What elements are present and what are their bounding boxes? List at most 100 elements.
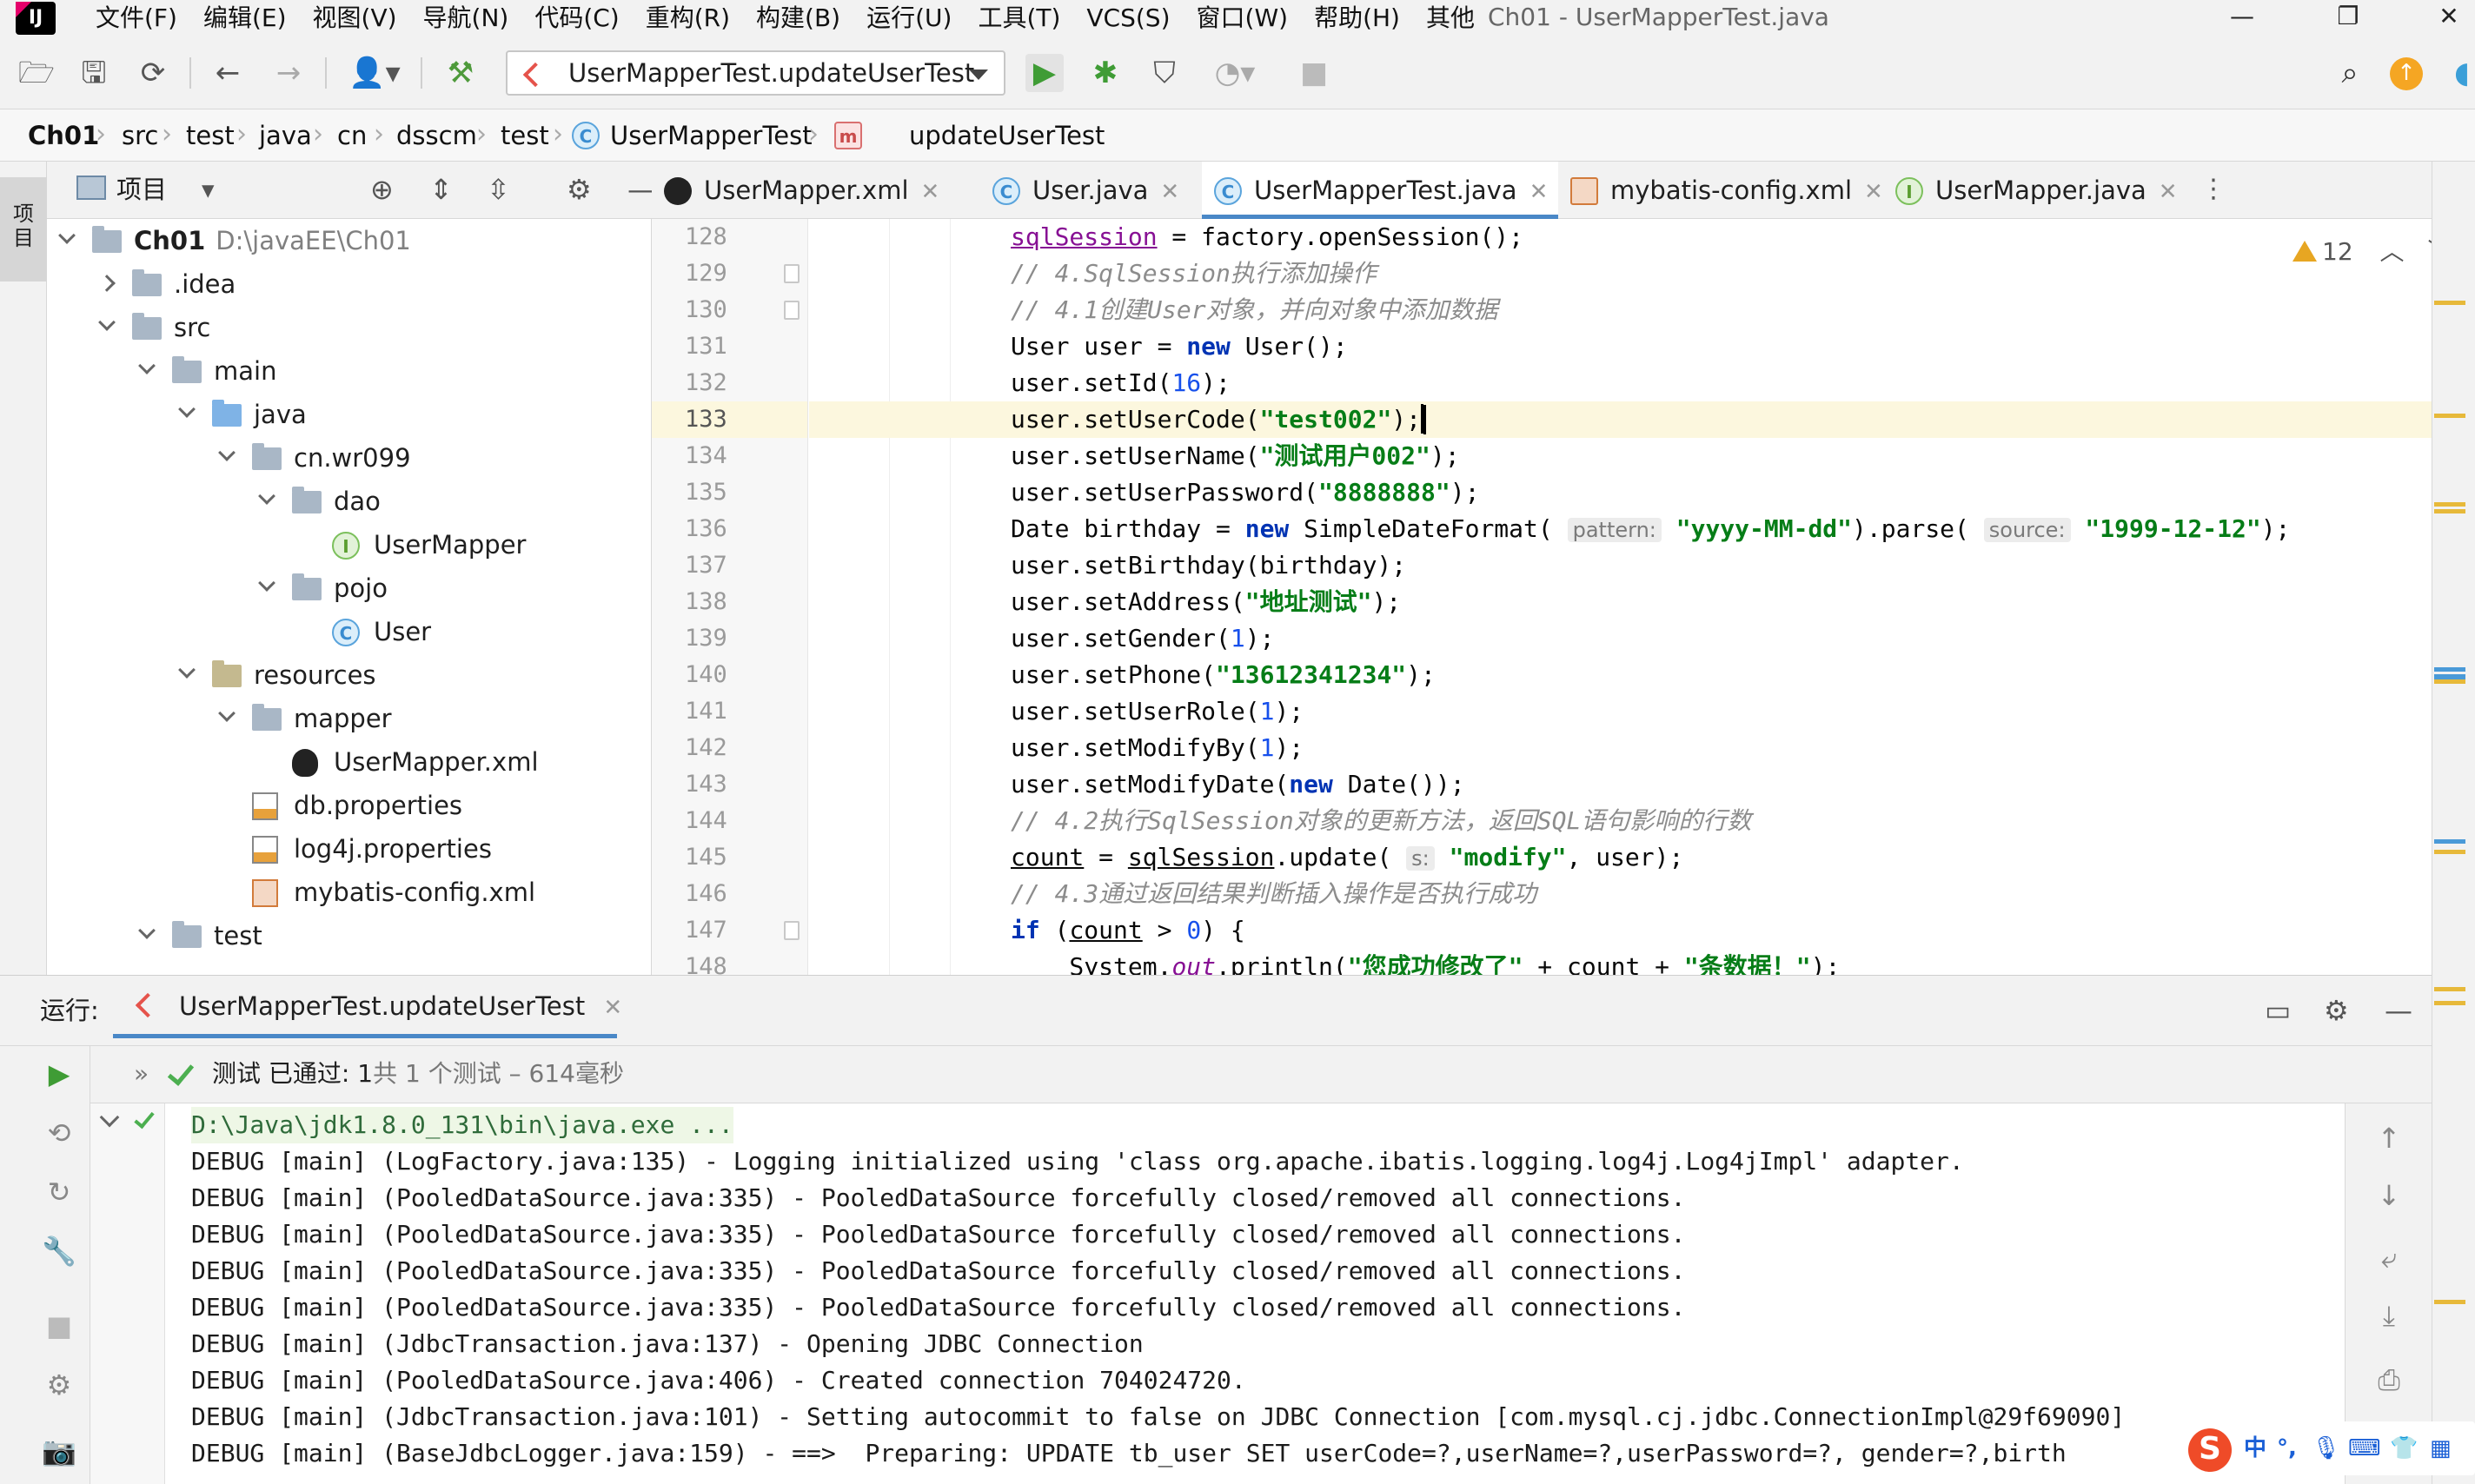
breadcrumb-item[interactable]: java (259, 118, 312, 153)
chevron-up-icon[interactable]: ︿ (2380, 237, 2405, 266)
chevron-down-icon[interactable] (258, 574, 275, 592)
print-icon[interactable]: ⎙ (2370, 1361, 2408, 1399)
chevron-down-icon[interactable] (138, 357, 156, 374)
fold-marker-icon[interactable] (784, 921, 800, 940)
chevron-down-icon[interactable] (218, 444, 236, 461)
close-icon[interactable]: ✕ (1160, 179, 1179, 205)
close-icon[interactable]: ✕ (1529, 179, 1549, 205)
breadcrumb-item[interactable]: Ch01 (28, 118, 99, 153)
tree-item[interactable]: main (47, 349, 651, 393)
warning-marker[interactable] (2434, 679, 2465, 684)
tree-item[interactable]: C User (47, 610, 651, 653)
soft-wrap-icon[interactable]: ⤶ (2370, 1239, 2408, 1277)
breadcrumb-item[interactable]: test (186, 118, 235, 153)
tree-item[interactable]: mapper (47, 697, 651, 740)
coverage-icon[interactable]: ⛉ (1145, 54, 1184, 92)
menu-item[interactable]: 运行(U) (866, 1, 952, 36)
menu-item[interactable]: 编辑(E) (203, 1, 287, 36)
sync-icon[interactable]: ⟳ (134, 54, 172, 92)
scroll-to-end-icon[interactable]: ⤓ (2370, 1296, 2408, 1335)
tree-item[interactable]: resources (47, 653, 651, 697)
tree-item[interactable]: UserMapper.xml (47, 740, 651, 784)
tree-item[interactable]: Ch01 D:\javaEE\Ch01 (47, 219, 651, 262)
warning-marker[interactable] (2434, 502, 2465, 507)
ime-toolbar[interactable]: S 中 °, 🎙 ⌨ 👕 ▦ (2181, 1421, 2475, 1475)
chevron-right-icon[interactable] (98, 275, 116, 292)
warning-marker[interactable] (2434, 1001, 2465, 1005)
warning-marker[interactable] (2434, 850, 2465, 854)
close-icon[interactable]: ✕ (1864, 179, 1883, 205)
wrench-icon[interactable]: 🔧 (40, 1232, 78, 1270)
jetbrains-icon[interactable]: ◖ (2449, 54, 2475, 92)
warning-marker[interactable] (2434, 414, 2465, 418)
layout-icon[interactable]: ▭ (2265, 993, 2291, 1028)
breadcrumb-item[interactable]: dsscm (396, 118, 477, 153)
locate-icon[interactable]: ⊕ (370, 172, 394, 207)
breadcrumb-item[interactable]: test (501, 118, 549, 153)
toggle-auto-test-icon[interactable]: ↻ (40, 1173, 78, 1211)
expand-icon[interactable]: » (134, 1057, 149, 1091)
close-icon[interactable]: ✕ (921, 179, 940, 205)
menu-item[interactable]: 构建(B) (756, 1, 840, 36)
gear-icon[interactable]: ⚙ (2324, 993, 2349, 1028)
profile-icon[interactable]: ◔▾ (1204, 54, 1265, 92)
stop-icon[interactable]: ■ (1295, 54, 1333, 92)
breadcrumb-item[interactable]: cn (337, 118, 367, 153)
fold-marker-icon[interactable] (784, 264, 800, 283)
console-output[interactable]: D:\Java\jdk1.8.0_131\bin\java.exe ... DEB… (165, 1103, 2345, 1484)
ime-mode[interactable]: 中 (2244, 1432, 2266, 1465)
skin-icon[interactable]: 👕 (2390, 1432, 2418, 1465)
microphone-icon[interactable]: 🎙 (2312, 1432, 2340, 1465)
tree-item[interactable]: db.properties (47, 784, 651, 827)
scroll-up-icon[interactable]: ↑ (2370, 1119, 2408, 1157)
tree-item[interactable]: I UserMapper (47, 523, 651, 566)
chevron-down-icon[interactable]: ▾ (202, 172, 215, 207)
chevron-down-icon[interactable] (258, 487, 275, 505)
menu-item[interactable]: 代码(C) (534, 1, 619, 36)
tab-usermapper-java[interactable]: I UserMapper.java ✕ (1883, 162, 2179, 219)
hide-icon[interactable]: — (2385, 993, 2412, 1028)
ime-punct[interactable]: °, (2277, 1432, 2297, 1465)
debug-icon[interactable]: ✱ (1086, 54, 1125, 92)
back-arrow-icon[interactable]: ← (209, 54, 247, 92)
chevron-down-icon[interactable] (178, 401, 196, 418)
chevron-down-icon[interactable] (178, 661, 196, 679)
tab-mybatis-config-xml[interactable]: mybatis-config.xml ✕ (1558, 162, 1892, 219)
chevron-down-icon[interactable] (98, 314, 116, 331)
save-icon[interactable]: 🖫 (75, 54, 113, 92)
tab-user-java[interactable]: C User.java ✕ (980, 162, 1202, 219)
rerun-icon[interactable]: ▶ (40, 1055, 78, 1093)
hammer-icon[interactable]: ⚒ (441, 54, 480, 92)
code-editor[interactable]: sqlSession = factory.openSession(); // 4… (809, 219, 2432, 975)
breadcrumb-item[interactable]: updateUserTest (909, 118, 1105, 153)
user-icon[interactable]: 👤▾ (344, 54, 405, 92)
scroll-down-icon[interactable]: ↓ (2370, 1176, 2408, 1215)
expand-all-icon[interactable]: ⇕ (429, 172, 453, 207)
camera-icon[interactable]: 📷 (40, 1432, 78, 1470)
tree-item[interactable]: cn.wr099 (47, 436, 651, 480)
project-panel-title[interactable]: 项目 (116, 172, 167, 207)
tree-item[interactable]: log4j.properties (47, 827, 651, 871)
menu-item[interactable]: VCS(S) (1086, 1, 1170, 36)
rerun-failed-icon[interactable]: ⟲ (40, 1114, 78, 1152)
chevron-down-icon[interactable] (99, 1107, 120, 1128)
warning-marker[interactable] (2434, 301, 2465, 305)
fold-marker-icon[interactable] (784, 301, 800, 320)
inspection-widget[interactable]: 12 ︿ ﹀ (2293, 233, 2452, 268)
tree-item[interactable]: java (47, 393, 651, 436)
close-icon[interactable]: ✕ (2423, 0, 2475, 35)
gear-icon[interactable]: ⚙ (567, 172, 592, 207)
search-icon[interactable]: ⌕ (2331, 54, 2369, 92)
stop-icon[interactable]: ■ (40, 1307, 78, 1345)
breadcrumb-item[interactable]: UserMapperTest (610, 118, 813, 153)
chevron-down-icon[interactable] (58, 227, 76, 244)
warning-marker[interactable] (2434, 509, 2465, 513)
menu-item[interactable]: 重构(R) (646, 1, 730, 36)
chevron-down-icon[interactable] (138, 922, 156, 939)
breadcrumb-item[interactable]: src (122, 118, 158, 153)
run-icon[interactable]: ▶ (1025, 54, 1064, 92)
chevron-down-icon[interactable] (218, 705, 236, 722)
close-icon[interactable]: ✕ (603, 995, 622, 1021)
tree-item[interactable]: dao (47, 480, 651, 523)
tree-item[interactable]: test (47, 914, 651, 957)
